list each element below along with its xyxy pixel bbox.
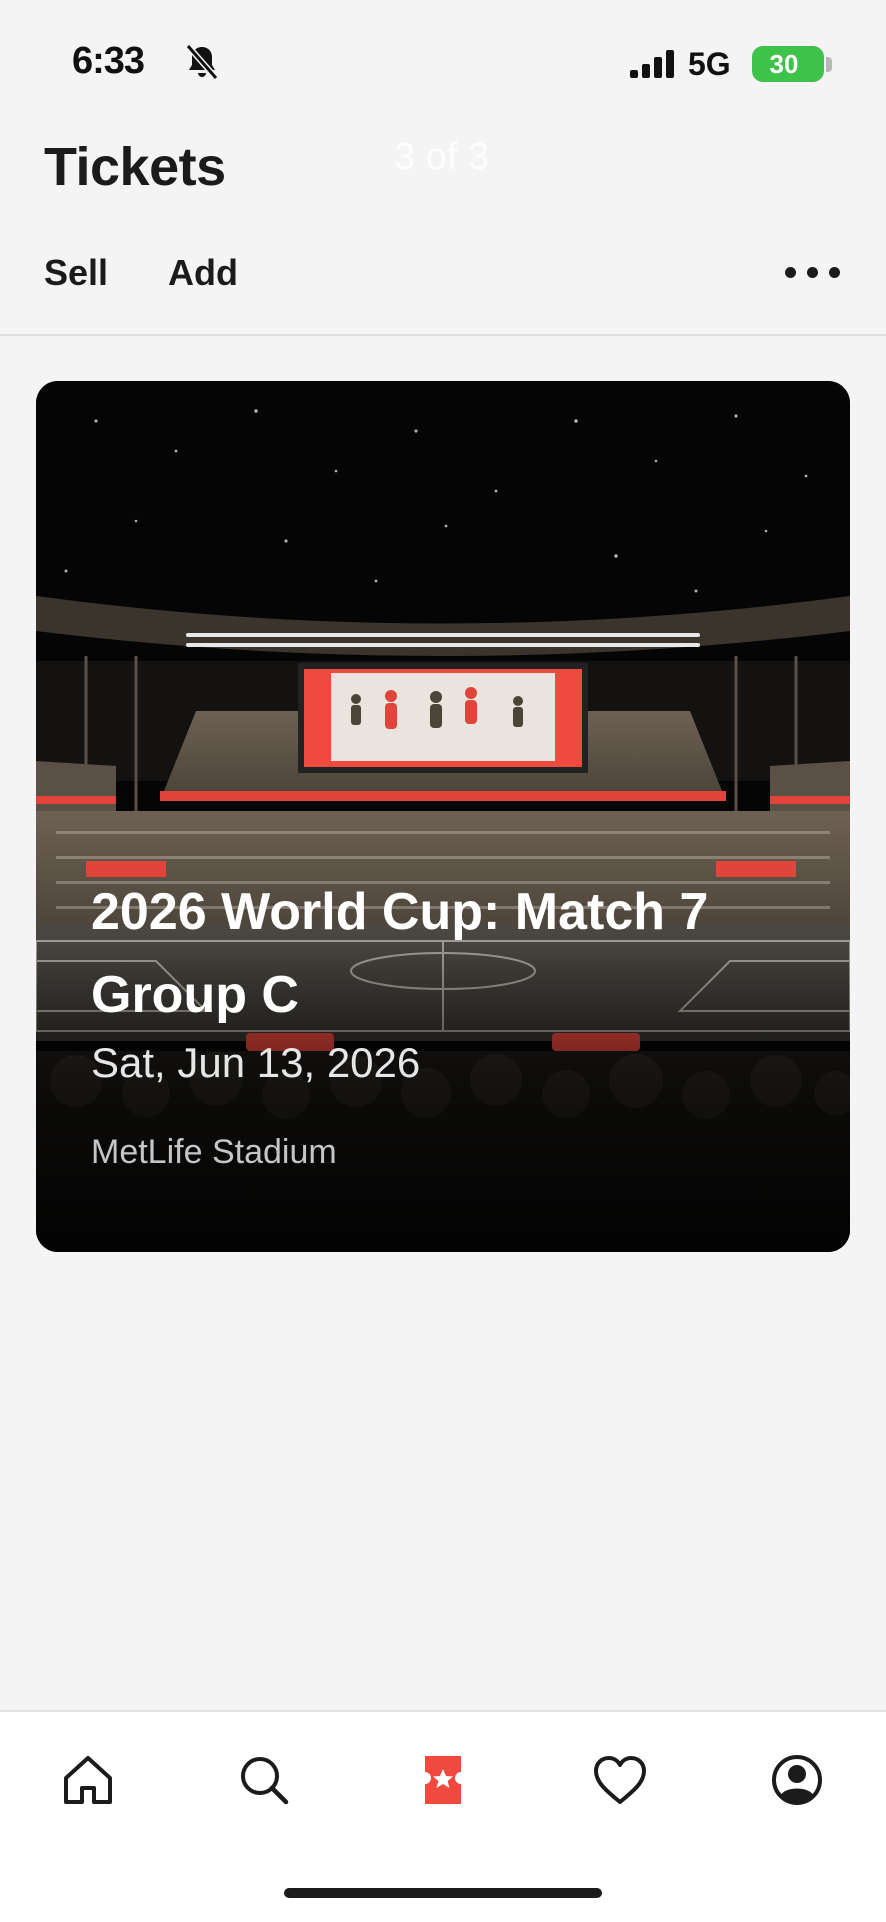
more-dot-icon [829, 267, 840, 278]
status-time: 6:33 [72, 40, 145, 82]
battery-level: 30 [769, 49, 799, 79]
network-type: 5G [688, 46, 731, 82]
sell-button[interactable]: Sell [44, 252, 108, 294]
profile-icon [772, 1755, 822, 1805]
search-icon [241, 1757, 289, 1805]
ticket-icon [425, 1756, 461, 1804]
ticket-counter: 3 of 3 [394, 136, 490, 178]
home-icon [64, 1756, 112, 1804]
battery-icon: 30 [752, 46, 824, 82]
tab-profile[interactable] [765, 1748, 829, 1812]
tab-tickets[interactable] [411, 1748, 475, 1812]
status-bar: 6:33 5G 30 [0, 0, 886, 120]
silent-mode-icon [182, 42, 222, 82]
page-title: Tickets [44, 137, 226, 197]
add-button[interactable]: Add [168, 252, 238, 294]
more-options-button[interactable] [782, 252, 844, 292]
home-indicator [284, 1888, 602, 1898]
event-ticket-card[interactable]: 2026 World Cup: Match 7 Group C Sat, Jun… [36, 381, 850, 1252]
tab-home[interactable] [56, 1748, 120, 1812]
battery-cap [826, 57, 832, 72]
more-dot-icon [807, 267, 818, 278]
header-divider [0, 334, 886, 336]
event-title: 2026 World Cup: Match 7 Group C [91, 883, 709, 1024]
event-venue: MetLife Stadium [91, 1133, 337, 1171]
event-date: Sat, Jun 13, 2026 [91, 1039, 421, 1086]
more-dot-icon [785, 267, 796, 278]
tab-search[interactable] [232, 1748, 296, 1812]
heart-icon [594, 1756, 646, 1804]
tab-favorites[interactable] [588, 1748, 652, 1812]
cellular-signal-icon [628, 48, 680, 80]
